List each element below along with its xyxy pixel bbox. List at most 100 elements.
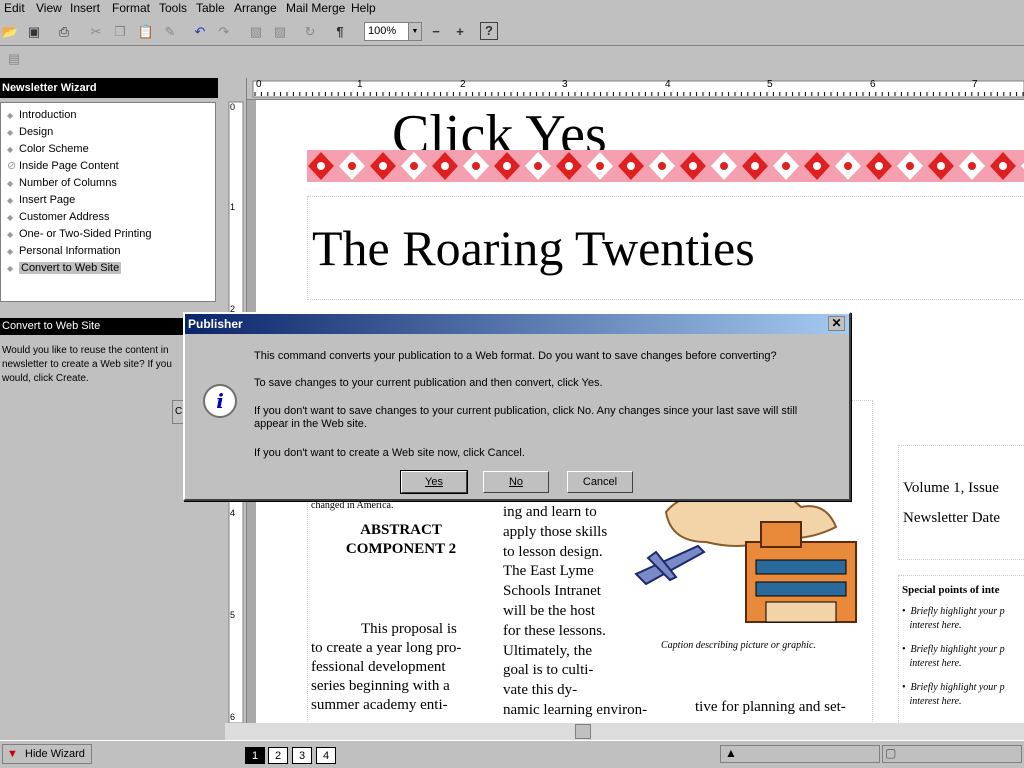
horizontal-scrollbar[interactable] (225, 723, 1024, 740)
zoom-out-button[interactable]: − (426, 22, 446, 42)
bring-front-icon[interactable]: ▧ (246, 22, 266, 42)
page-tab-3[interactable]: 3 (292, 747, 312, 764)
ruler-label: 1 (357, 79, 363, 90)
wizard-step[interactable]: ◆ Customer Address (7, 209, 109, 225)
ruler-label: 4 (230, 508, 236, 518)
zoom-select[interactable]: 100% ▼ (364, 22, 422, 41)
paste-icon[interactable]: 📋 (136, 22, 156, 42)
page-tab-2[interactable]: 2 (268, 747, 288, 764)
bullet-item[interactable]: • Briefly highlight your p interest here… (902, 605, 1005, 633)
send-back-icon[interactable]: ▨ (270, 22, 290, 42)
menu-table[interactable]: Table (196, 1, 225, 15)
save-icon[interactable]: ▣ (24, 22, 44, 42)
ruler-label: 4 (665, 79, 671, 90)
border-dot (441, 162, 449, 170)
info-icon: i (203, 384, 237, 418)
border-dot (379, 162, 387, 170)
triangle-down-icon: ▼ (7, 748, 18, 760)
cancel-button[interactable]: Cancel (567, 471, 633, 493)
yes-button[interactable]: Yes (400, 470, 468, 494)
design-gallery-icon[interactable]: ▤ (4, 49, 24, 69)
newsletter-title[interactable]: The Roaring Twenties (312, 218, 755, 278)
diamond-icon: ◆ (7, 230, 14, 239)
pilcrow-icon[interactable]: ¶ (330, 22, 350, 42)
ruler-label: 5 (230, 610, 236, 620)
size-icon: ▢ (885, 746, 897, 760)
open-icon[interactable]: 📂 (0, 22, 20, 42)
no-button[interactable]: No (483, 471, 549, 493)
border-dot (658, 162, 666, 170)
col1-top-text[interactable]: changed in America. (311, 500, 491, 511)
help-icon[interactable]: ? (480, 22, 498, 40)
close-icon[interactable]: ✕ (828, 316, 845, 331)
print-icon[interactable]: ⎙ (54, 22, 74, 42)
decorative-border-strip (307, 150, 1024, 182)
menu-bar: Edit View Insert Format Tools Table Arra… (0, 0, 1024, 18)
wizard-step[interactable]: ◆ Personal Information (7, 243, 121, 259)
volume-frame (898, 445, 1024, 560)
component-heading[interactable]: ABSTRACT COMPONENT 2 (311, 521, 491, 559)
bullet-item[interactable]: • Briefly highlight your p interest here… (902, 643, 1005, 671)
dialog-message-4: If you don't want to create a Web site n… (254, 447, 525, 459)
ruler-label: 7 (972, 79, 978, 90)
hide-wizard-button[interactable]: ▼ Hide Wizard (2, 744, 92, 764)
menu-view[interactable]: View (36, 1, 62, 15)
page-tab-1[interactable]: 1 (245, 747, 265, 764)
ruler-label: 6 (230, 712, 236, 722)
wizard-step[interactable]: ◆ One- or Two-Sided Printing (7, 226, 151, 242)
rotate-icon[interactable]: ↻ (300, 22, 320, 42)
wizard-step[interactable]: ◆ Introduction (7, 107, 76, 123)
menu-tools[interactable]: Tools (159, 1, 187, 15)
bullet-item[interactable]: • Briefly highlight your p interest here… (902, 681, 1005, 709)
status-bar: ▼ Hide Wizard 1 2 3 4 ▲ ▢ (0, 740, 1024, 768)
diamond-icon: ◆ (7, 145, 14, 154)
menu-arrange[interactable]: Arrange (234, 1, 277, 15)
dialog-message-3: If you don't want to save changes to you… (254, 405, 798, 430)
page-tab-4[interactable]: 4 (316, 747, 336, 764)
format-painter-icon[interactable]: ✎ (160, 22, 180, 42)
cursor-position-field: ▲ (720, 745, 880, 763)
ruler-label: 0 (256, 79, 262, 90)
scrollbar-thumb[interactable] (575, 724, 591, 739)
ruler-label: 1 (230, 202, 236, 212)
chevron-down-icon[interactable]: ▼ (408, 23, 421, 40)
standard-toolbar: 📂 ▣ ⎙ ✂ ❐ 📋 ✎ ↶ ↷ ▧ ▨ ↻ ¶ − + ? (0, 18, 1024, 46)
clipart-building-airplane[interactable] (626, 482, 874, 630)
wizard-step-selected[interactable]: ◆ Convert to Web Site (7, 260, 122, 276)
image-caption[interactable]: Caption describing picture or graphic. (661, 640, 816, 651)
wizard-step[interactable]: ◆ Insert Page (7, 192, 75, 208)
wizard-section-text: Would you like to reuse the content in n… (2, 345, 172, 384)
volume-issue[interactable]: Volume 1, Issue (903, 480, 999, 497)
ruler-label: 5 (767, 79, 773, 90)
menu-mail-merge[interactable]: Mail Merge (286, 1, 345, 15)
horizontal-ruler[interactable]: 0 1 2 3 4 5 6 7 (247, 78, 1024, 100)
ruler-label: 3 (562, 79, 568, 90)
col1-body[interactable]: This proposal is to create a year long p… (311, 620, 501, 715)
newsletter-date[interactable]: Newsletter Date (903, 510, 1000, 527)
wizard-step[interactable]: ◆ Design (7, 124, 53, 140)
menu-format[interactable]: Format (112, 1, 150, 15)
wizard-title: Newsletter Wizard (0, 78, 218, 98)
dialog-message-2: To save changes to your current publicat… (254, 377, 603, 389)
copy-icon[interactable]: ❐ (110, 22, 130, 42)
menu-help[interactable]: Help (351, 1, 376, 15)
undo-icon[interactable]: ↶ (190, 22, 210, 42)
wizard-step[interactable]: ⊘ Inside Page Content (7, 158, 119, 174)
diamond-icon: ◆ (7, 213, 14, 222)
wizard-step[interactable]: ◆ Color Scheme (7, 141, 89, 157)
zoom-in-button[interactable]: + (450, 22, 470, 42)
wizard-step[interactable]: ◆ Number of Columns (7, 175, 117, 191)
redo-icon[interactable]: ↷ (214, 22, 234, 42)
border-dot (968, 162, 976, 170)
col3-body[interactable]: tive for planning and set- (695, 698, 885, 717)
special-points-title[interactable]: Special points of inte (902, 584, 999, 596)
pointer-icon: ▲ (725, 746, 737, 760)
cut-icon[interactable]: ✂ (86, 22, 106, 42)
border-dot (565, 162, 573, 170)
dialog-message-1: This command converts your publication t… (254, 350, 777, 362)
menu-edit[interactable]: Edit (4, 1, 25, 15)
wizard-steps-list: ◆ Introduction ◆ Design ◆ Color Scheme ⊘ Ins… (0, 102, 216, 302)
menu-insert[interactable]: Insert (70, 1, 100, 15)
object-size-field: ▢ (882, 745, 1022, 763)
ruler-label: 0 (230, 102, 236, 112)
